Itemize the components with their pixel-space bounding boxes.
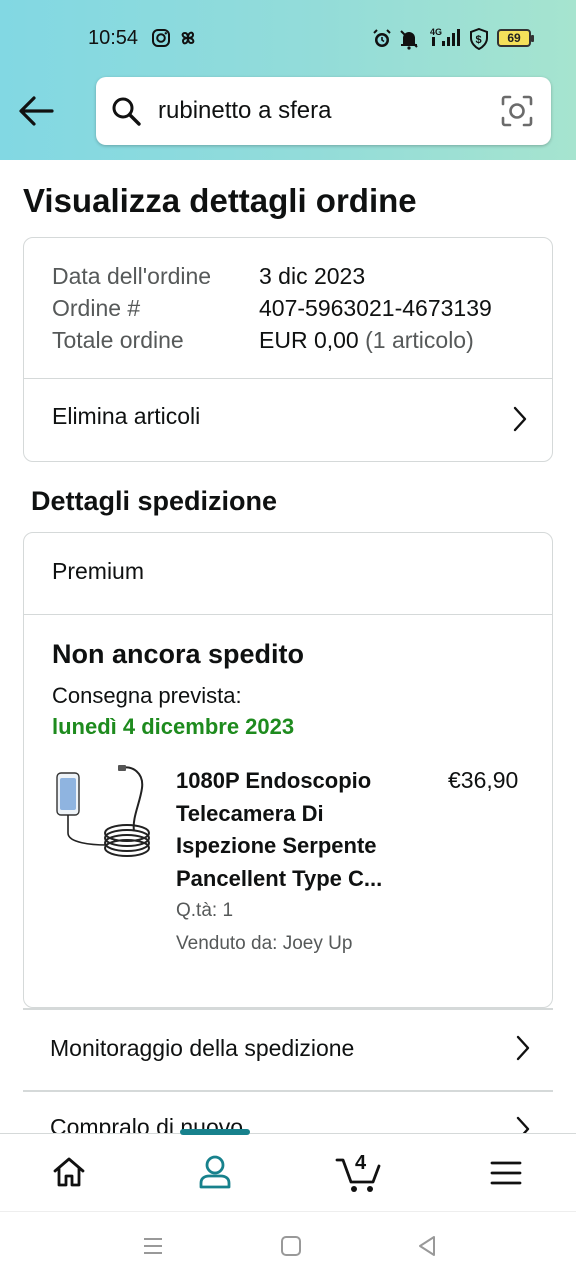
search-input[interactable]: rubinetto a sfera: [158, 97, 331, 125]
page-title: Visualizza dettagli ordine: [23, 182, 417, 219]
signal-4g-icon: 4G: [428, 26, 464, 53]
shield-dollar-icon: $: [469, 27, 489, 55]
system-navigation-bar: [0, 1211, 576, 1280]
order-number-label: Ordine #: [52, 295, 141, 321]
search-icon: [110, 95, 142, 132]
camera-search-icon[interactable]: [501, 95, 533, 132]
shipment-card: Premium Non ancora spedito Consegna prev…: [23, 532, 553, 1008]
bell-muted-icon: [398, 28, 420, 55]
product-image[interactable]: [52, 763, 152, 873]
recent-apps-icon[interactable]: [142, 1235, 164, 1262]
battery-indicator: 69: [497, 29, 534, 47]
track-shipment-row[interactable]: Monitoraggio della spedizione: [23, 1010, 553, 1090]
order-date-value: 3 dic 2023: [259, 263, 366, 289]
cart-count-badge: 4: [355, 1152, 367, 1174]
track-shipment-label: Monitoraggio della spedizione: [50, 1035, 355, 1061]
order-number-value: 407-5963021-4673139: [259, 295, 492, 321]
shipment-status: Non ancora spedito: [52, 639, 305, 669]
chevron-right-icon: [515, 1035, 531, 1066]
product-seller: Venduto da: Joey Up: [176, 933, 353, 954]
home-icon[interactable]: [52, 1156, 86, 1193]
shipping-service: Premium: [52, 558, 145, 584]
shipping-heading: Dettagli spedizione: [31, 486, 278, 516]
account-icon[interactable]: [197, 1154, 233, 1195]
buy-again-row[interactable]: Compralo di nuovo: [23, 1092, 553, 1133]
product-price: €36,90: [448, 767, 519, 793]
app-header: 10:54 4G $ 69 rubinetto a sfera: [0, 0, 576, 160]
chevron-right-icon: [512, 406, 528, 438]
status-time: 10:54: [88, 27, 139, 49]
delivery-estimate-label: Consegna prevista:: [52, 683, 242, 708]
svg-text:4G: 4G: [430, 27, 442, 37]
divider: [24, 614, 552, 615]
search-bar[interactable]: rubinetto a sfera: [96, 77, 551, 145]
order-total-value: EUR 0,00 (1 articolo): [259, 327, 474, 353]
delete-items-label: Elimina articoli: [52, 403, 201, 429]
chevron-right-icon: [515, 1116, 531, 1133]
order-summary-card: Data dell'ordine 3 dic 2023 Ordine # 407…: [23, 237, 553, 462]
delivery-estimate-date: lunedì 4 dicembre 2023: [52, 714, 295, 739]
menu-icon[interactable]: [490, 1160, 522, 1191]
product-quantity: Q.tà: 1: [176, 900, 234, 921]
order-date-label: Data dell'ordine: [52, 263, 212, 289]
order-total-label: Totale ordine: [52, 327, 184, 353]
delete-items-row[interactable]: Elimina articoli: [24, 379, 552, 463]
bottom-navigation: 4: [0, 1129, 576, 1211]
pinwheel-icon: [178, 28, 198, 53]
alarm-icon: [371, 28, 393, 55]
product-title[interactable]: 1080P Endoscopio Telecamera Di Ispezione…: [176, 765, 416, 895]
home-button-icon[interactable]: [280, 1235, 302, 1262]
back-button-icon[interactable]: [416, 1235, 438, 1262]
status-bar: 10:54 4G $ 69: [0, 0, 576, 78]
svg-text:$: $: [476, 34, 482, 46]
instagram-icon: [151, 28, 171, 53]
active-tab-indicator: [180, 1129, 250, 1135]
back-arrow-icon[interactable]: [16, 94, 56, 128]
